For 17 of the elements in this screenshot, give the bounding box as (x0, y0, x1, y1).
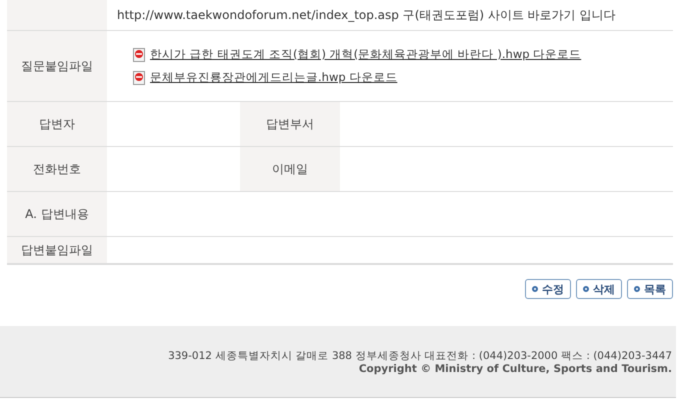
row-label: A. 답변내용 (7, 192, 107, 236)
document-icon (133, 48, 145, 62)
action-button[interactable]: 수정 (525, 279, 571, 299)
file-download-link[interactable]: 문체부유진룡장관에게드리는글.hwp 다운로드 (150, 70, 398, 85)
action-button[interactable]: 목록 (627, 279, 673, 299)
action-button[interactable]: 삭제 (576, 279, 622, 299)
row-label: 답변부서 (240, 102, 340, 146)
footer-address: 339-012 세종특별자치시 갈매로 388 정부세종청사 대표전화 : (044)203-2000 팩스 : (044)203-3447 (168, 348, 672, 362)
file-download-link[interactable]: 한시가 급한 태권도계 조직(협회) 개혁(문화체육관광부에 바란다 ).hwp 다운로드 (150, 47, 582, 62)
row-value: http://www.taekwondoforum.net/index_top.asp 구(태권도포럼) 사이트 바로가기 입니다 (117, 6, 616, 24)
row-label: 답변자 (7, 102, 107, 146)
row-label: 답변붙임파일 (7, 237, 107, 263)
row-label: 질문붙임파일 (7, 31, 107, 101)
footer-copyright: Copyright © Ministry of Culture, Sports and Tourism. (358, 362, 672, 374)
row-label: 이메일 (240, 147, 340, 191)
document-icon (133, 70, 145, 84)
row-label: 전화번호 (7, 147, 107, 191)
